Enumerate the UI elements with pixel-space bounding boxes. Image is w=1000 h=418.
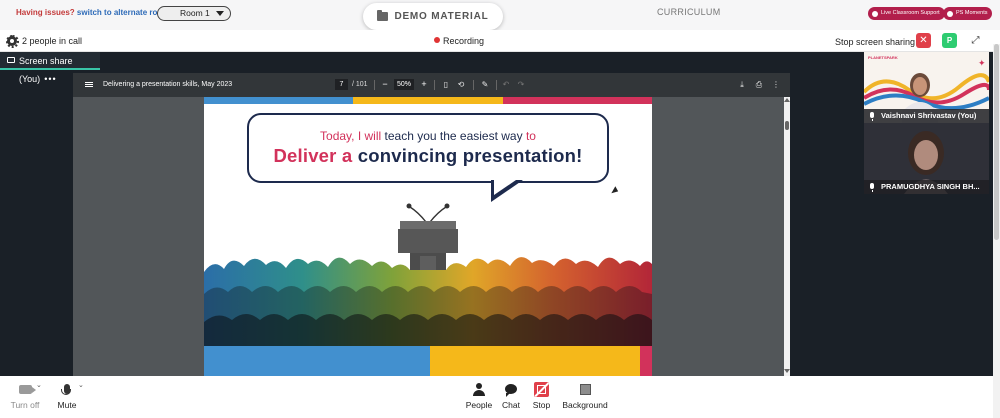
slide-headline: Deliver a convincing presentation! [249, 145, 607, 167]
recording-label: Recording [443, 36, 485, 46]
pdf-scrollbar-thumb[interactable] [785, 121, 789, 130]
bottom-color-stripe [204, 346, 652, 376]
more-vert-icon[interactable]: ⋮ [771, 79, 781, 90]
pdf-page: Today, I will teach you the easiest way … [204, 97, 652, 376]
page-scrollbar-thumb[interactable] [994, 44, 999, 240]
ps-moments-label: PS Moments [956, 10, 988, 16]
stop-sharing-close-button[interactable]: ✕ [916, 33, 931, 48]
headline-part-1: Deliver a [273, 145, 353, 166]
camera-options-chevron-icon[interactable]: ⌄ [36, 381, 42, 389]
undo-icon[interactable]: ↶ [501, 79, 511, 90]
print-icon[interactable]: ⎙ [754, 79, 764, 90]
mic-options-chevron-icon[interactable]: ⌄ [78, 381, 84, 389]
toolbar-divider [473, 80, 474, 90]
participant-tile[interactable]: PRAMUGDHYA SINGH BH... [864, 123, 989, 194]
call-header: 2 people in call Recording Stop screen s… [0, 30, 993, 52]
recording-indicator: Recording [434, 36, 484, 46]
live-support-button[interactable]: Live Classroom Support [868, 7, 945, 20]
background-button[interactable]: Background [561, 381, 609, 410]
annotate-icon[interactable]: ✎ [480, 79, 490, 90]
people-button[interactable]: People [465, 381, 493, 410]
issues-text: Having issues? [16, 8, 75, 17]
chat-label: Chat [502, 400, 520, 410]
chat-button[interactable]: Chat [500, 381, 522, 410]
redo-icon[interactable]: ↷ [516, 79, 526, 90]
top-color-stripe [204, 97, 652, 104]
microphone-icon [870, 112, 874, 121]
turn-off-label: Turn off [10, 400, 40, 410]
microphone-icon [409, 206, 447, 223]
participant-name: Vaishnavi Shrivastav (You) [881, 111, 977, 120]
ps-moments-button[interactable]: PS Moments [943, 7, 993, 20]
scroll-up-icon[interactable] [784, 98, 790, 102]
stop-share-button[interactable]: Stop [531, 381, 552, 410]
toolbar-divider [496, 80, 497, 90]
speech-bubble: Today, I will teach you the easiest way … [247, 113, 609, 183]
slide-subtitle: Today, I will teach you the easiest way … [249, 129, 607, 143]
chat-icon [505, 384, 517, 397]
background-icon [579, 383, 591, 395]
subtitle-part-2: teach you the easiest way [384, 129, 523, 143]
people-count: 2 people in call [22, 36, 83, 46]
participant-name: PRAMUGDHYA SINGH BH... [881, 182, 980, 191]
pdf-scrollbar[interactable] [784, 97, 790, 376]
connection-help: Having issues? switch to alternate room [16, 8, 169, 17]
participant-name-bar: PRAMUGDHYA SINGH BH... [864, 180, 989, 194]
moments-icon [947, 10, 953, 17]
folder-icon [377, 10, 389, 21]
support-icon [872, 10, 878, 17]
caret-down-icon [216, 11, 224, 16]
page-number-input[interactable]: 7 [335, 79, 348, 90]
call-controls: Turn off ⌄ Mute ⌄ People Chat Stop Backg… [0, 376, 993, 418]
download-icon[interactable]: ⤓ [737, 79, 747, 90]
bubble-tail-fill [494, 180, 516, 195]
page-total: / 101 [352, 81, 368, 88]
top-banner: Having issues? switch to alternate room … [0, 0, 1000, 30]
room-select[interactable]: Room 1 [157, 6, 231, 21]
alternate-room-link[interactable]: switch to alternate room [77, 8, 169, 17]
background-label: Background [562, 400, 608, 410]
participant-name-bar: Vaishnavi Shrivastav (You) [864, 109, 989, 123]
demo-material-tab[interactable]: DEMO MATERIAL [363, 3, 503, 30]
pdf-toolbar: Delivering a presentation skills, May 20… [73, 73, 790, 97]
zoom-input[interactable]: 50% [394, 79, 414, 90]
subtitle-part-1: Today, I will [320, 129, 382, 143]
user-avatar-badge[interactable]: P [942, 33, 957, 48]
people-label: People [465, 400, 493, 410]
pdf-title: Delivering a presentation skills, May 20… [103, 81, 233, 88]
gear-icon[interactable] [5, 34, 19, 48]
page-scrollbar[interactable] [993, 44, 1000, 418]
participant-tile-self[interactable]: PLANETSPARK ✦ Vaishnavi Shrivastav (You) [864, 52, 989, 123]
person-icon [473, 382, 485, 396]
stop-screen-sharing-label: Stop screen sharing [835, 37, 916, 47]
mute-label: Mute [57, 400, 77, 410]
toolbar-divider [374, 80, 375, 90]
rotate-icon[interactable]: ⟲ [456, 79, 466, 90]
curriculum-tab[interactable]: CURRICULUM [657, 7, 721, 17]
camera-icon [18, 384, 36, 394]
screen-share-tab[interactable]: Screen share (You) ••• [0, 52, 100, 84]
scroll-down-icon[interactable] [784, 369, 790, 373]
record-dot-icon [434, 37, 440, 43]
stop-share-icon [534, 381, 549, 397]
more-options-icon[interactable]: ••• [44, 74, 56, 84]
demo-material-label: DEMO MATERIAL [394, 11, 489, 22]
fullscreen-icon[interactable]: ⤢ [968, 33, 983, 48]
zoom-in-button[interactable]: + [419, 79, 429, 90]
stop-label: Stop [532, 400, 551, 410]
fit-page-icon[interactable]: ▯ [441, 79, 451, 90]
zoom-out-button[interactable]: − [380, 79, 390, 90]
monitor-icon [7, 57, 15, 63]
room-select-value: Room 1 [180, 8, 210, 18]
toolbar-divider [434, 80, 435, 90]
headline-part-2: convincing presentation! [357, 145, 583, 166]
mute-button[interactable]: Mute [56, 381, 78, 410]
subtitle-part-3: to [525, 129, 536, 143]
audience-illustration [204, 203, 652, 354]
microphone-icon [61, 384, 71, 395]
live-support-label: Live Classroom Support [881, 10, 940, 16]
microphone-icon [870, 183, 874, 192]
menu-icon[interactable] [85, 82, 93, 83]
